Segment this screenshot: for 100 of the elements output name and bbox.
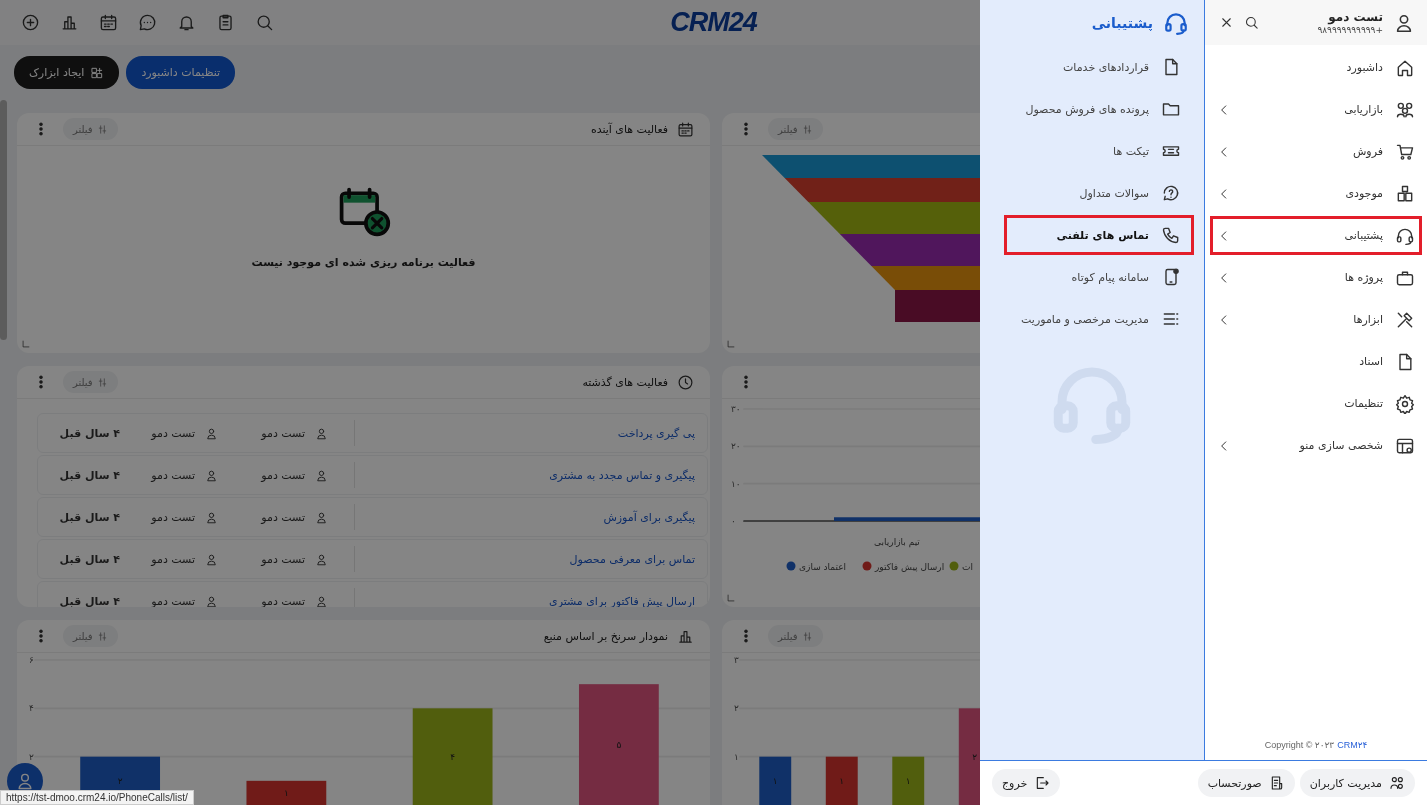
user-phone: +۹۸۹۹۹۹۹۹۹۹۹۹: [1317, 25, 1383, 35]
submenu-title: پشتیبانی: [1091, 14, 1153, 31]
menu-item[interactable]: بازاریابی: [1210, 90, 1422, 129]
tick-label: ۰: [731, 516, 736, 526]
scrollbar[interactable]: [0, 100, 7, 340]
tick-label: ۲۰: [731, 441, 741, 452]
card-title: فعالیت های آینده: [590, 122, 668, 136]
value-label: ۱: [283, 787, 289, 798]
submenu-item[interactable]: قراردادهای خدمات: [1004, 47, 1194, 87]
tick-label: ۳: [734, 655, 739, 665]
widget-icon: [90, 65, 105, 80]
tick-label: ۴: [29, 703, 34, 714]
filter-icon: [801, 630, 813, 642]
calendar-icon[interactable]: [99, 13, 118, 32]
user-name: تست دمو: [261, 426, 305, 440]
tick-label: ۶: [29, 655, 34, 665]
menu-item[interactable]: تنظیمات: [1210, 384, 1422, 423]
menu-item[interactable]: داشبورد: [1210, 48, 1422, 87]
user-name: تست دمو: [151, 426, 195, 440]
submenu-item[interactable]: سامانه پیام کوتاه: [1004, 257, 1194, 297]
question-icon: [1161, 183, 1181, 203]
card-title: فعالیت های گذشته: [582, 375, 668, 389]
filter-icon: [801, 123, 813, 135]
settings-icon: [1395, 393, 1415, 414]
time-ago: ۴ سال قبل: [58, 594, 120, 607]
tick-label: ۲: [29, 751, 34, 762]
menu-item[interactable]: پروژه ها: [1210, 258, 1422, 297]
activity-link[interactable]: ارسال پیش فاکتور برای مشتری: [355, 594, 695, 607]
boxes-icon: [1395, 183, 1415, 204]
calendar-icon: [677, 120, 694, 138]
resize-handle-icon[interactable]: [726, 593, 736, 603]
submenu-item[interactable]: مدیریت مرخصی و ماموریت: [1004, 299, 1194, 339]
time-ago: ۴ سال قبل: [58, 468, 120, 482]
user-name: تست دمو: [1328, 10, 1383, 24]
tick-label: ۲: [734, 703, 739, 714]
menu-item[interactable]: فروش: [1210, 132, 1422, 171]
invoice-button[interactable]: صورتحساب: [1197, 769, 1295, 797]
clock-icon: [677, 373, 694, 391]
user-icon: [15, 771, 35, 791]
submenu-item[interactable]: تماس های تلفنی: [1004, 215, 1194, 255]
user-icon: [205, 426, 218, 440]
tick-label: ۱: [734, 751, 739, 762]
bar-chart-icon[interactable]: [60, 13, 79, 32]
user-icon: [205, 510, 218, 524]
user-name: تست دمو: [151, 468, 195, 482]
card-title: نمودار سرنخ بر اساس منبع: [543, 629, 668, 643]
time-ago: ۴ سال قبل: [58, 426, 120, 440]
value-label: ۱: [839, 775, 845, 786]
tick-label: ۱۰: [731, 478, 741, 489]
user-icon: [205, 552, 218, 566]
activity-link[interactable]: تماس برای معرفی محصول: [355, 552, 695, 566]
user-name: تست دمو: [261, 552, 305, 566]
user-icon: [205, 468, 218, 482]
add-widget-button[interactable]: ایجاد ابزارک: [14, 56, 120, 89]
value-label: ۲: [117, 775, 123, 786]
users-button[interactable]: مدیریت کاربران: [1299, 769, 1415, 797]
user-name: تست دمو: [261, 594, 305, 607]
submenu-item[interactable]: پرونده های فروش محصول: [1004, 89, 1194, 129]
search-icon[interactable]: [255, 13, 274, 32]
resize-handle-icon[interactable]: [726, 339, 736, 349]
user-name: تست دمو: [261, 468, 305, 482]
bell-icon[interactable]: [177, 13, 196, 32]
menu-item[interactable]: اسناد: [1210, 342, 1422, 381]
logout-button[interactable]: خروج: [992, 769, 1061, 797]
user-icon: [315, 426, 328, 440]
menu-item[interactable]: موجودی: [1210, 174, 1422, 213]
user-icon: [315, 552, 328, 566]
menu-item[interactable]: شخصی سازی منو: [1210, 426, 1422, 465]
search-icon[interactable]: [1244, 15, 1259, 30]
submenu-item[interactable]: سوالات متداول: [1004, 173, 1194, 213]
value-label: ۱: [772, 775, 778, 786]
brand-link[interactable]: CRM۲۴: [1337, 740, 1368, 750]
user-name: تست دمو: [151, 510, 195, 524]
resize-handle-icon[interactable]: [21, 339, 31, 349]
menu-item[interactable]: ابزارها: [1210, 300, 1422, 339]
tick-label: ۳۰: [731, 404, 741, 414]
chat-icon[interactable]: [138, 13, 157, 32]
legend-label: ارسال پیش فاکتور: [875, 562, 945, 572]
dashboard-settings-button[interactable]: تنظیمات داشبورد: [126, 56, 236, 89]
logout-icon: [1034, 775, 1051, 791]
menu-item[interactable]: پشتیبانی: [1210, 216, 1422, 255]
activity-link[interactable]: پی گیری پرداخت: [355, 426, 695, 440]
filter-icon: [96, 376, 108, 388]
legend-label: اعتماد سازی: [799, 562, 847, 572]
submenu-item[interactable]: تیکت ها: [1004, 131, 1194, 171]
time-ago: ۴ سال قبل: [58, 552, 120, 566]
value-label: ۵: [616, 739, 622, 750]
empty-message: فعالیت برنامه ریزی شده ای موجود نیست: [251, 256, 476, 269]
clipboard-icon[interactable]: [216, 13, 235, 32]
value-label: ۲: [972, 751, 978, 762]
close-icon[interactable]: [1219, 15, 1234, 30]
filter-icon: [96, 123, 108, 135]
user-icon: [315, 468, 328, 482]
filter-icon: [96, 630, 108, 642]
phone-icon: [1161, 225, 1181, 245]
add-icon[interactable]: [21, 13, 40, 32]
user-name: تست دمو: [151, 594, 195, 607]
activity-link[interactable]: پیگیری برای آموزش: [355, 510, 695, 524]
user-icon: [315, 594, 328, 607]
activity-link[interactable]: پیگیری و تماس مجدد به مشتری: [355, 468, 695, 482]
